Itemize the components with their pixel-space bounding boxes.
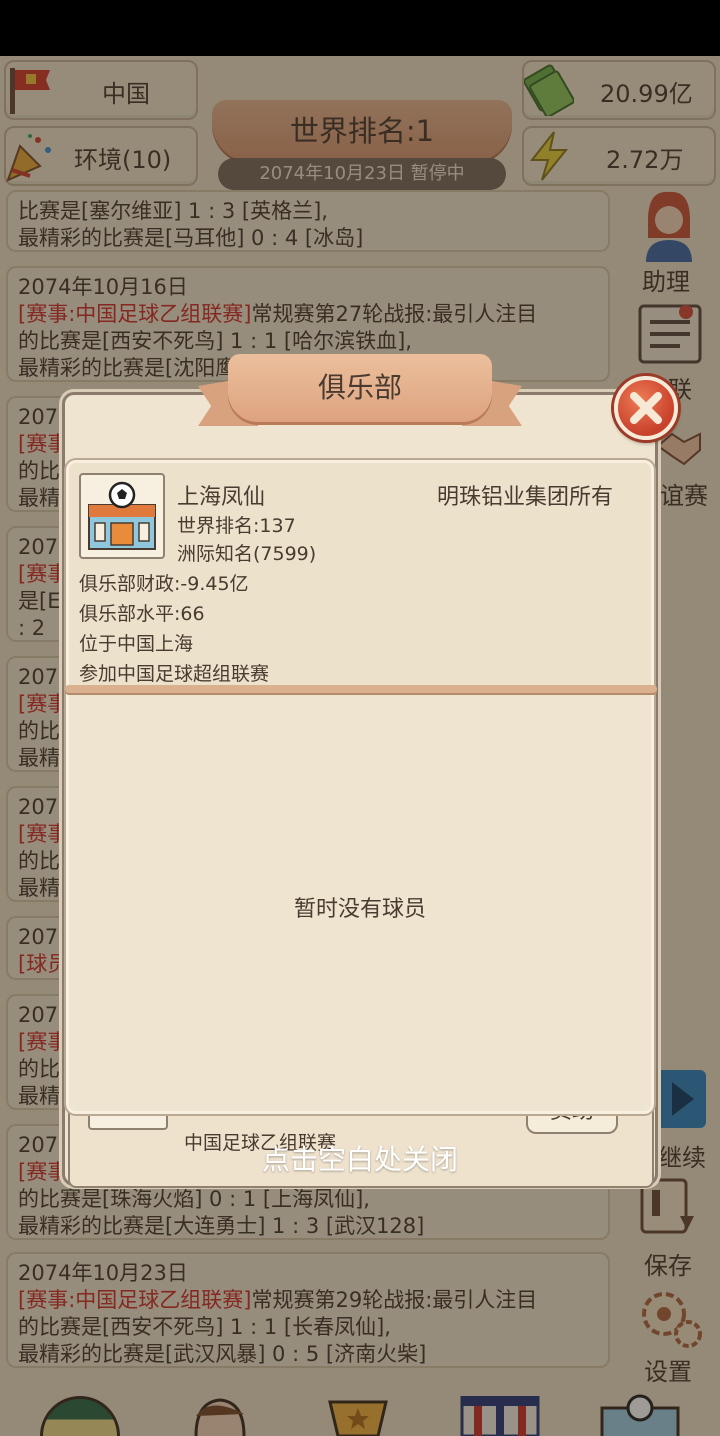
club-fame: 洲际知名(7599) [177, 543, 317, 565]
game-screen: 中国 环境(10) 20.99亿 2.72万 世界排名:1 2074年10月23… [0, 56, 720, 1436]
club-info-panel: 上海凤仙 明珠铝业集团所有 世界排名:137 洲际知名(7599) 俱乐部财政:… [65, 460, 657, 1114]
close-icon [630, 392, 662, 424]
section-divider [65, 685, 657, 693]
club-name: 上海凤仙 [177, 485, 266, 510]
club-league: 参加中国足球超组联赛 [79, 663, 270, 685]
club-location: 位于中国上海 [79, 633, 194, 655]
close-button[interactable] [614, 376, 678, 440]
dialog-title-ribbon: 俱乐部 [198, 354, 522, 436]
dialog-title: 俱乐部 [317, 371, 402, 404]
stadium-icon [79, 473, 165, 559]
club-world-rank: 世界排名:137 [177, 515, 296, 537]
empty-player-list-message: 暂时没有球员 [293, 897, 426, 922]
close-hint: 点击空白处关闭 [261, 1143, 458, 1176]
club-owner: 明珠铝业集团所有 [436, 485, 613, 510]
club-info-header: 上海凤仙 明珠铝业集团所有 世界排名:137 洲际知名(7599) 俱乐部财政:… [69, 463, 651, 687]
club-level: 俱乐部水平:66 [79, 603, 205, 625]
club-finance: 俱乐部财政:-9.45亿 [79, 573, 249, 595]
